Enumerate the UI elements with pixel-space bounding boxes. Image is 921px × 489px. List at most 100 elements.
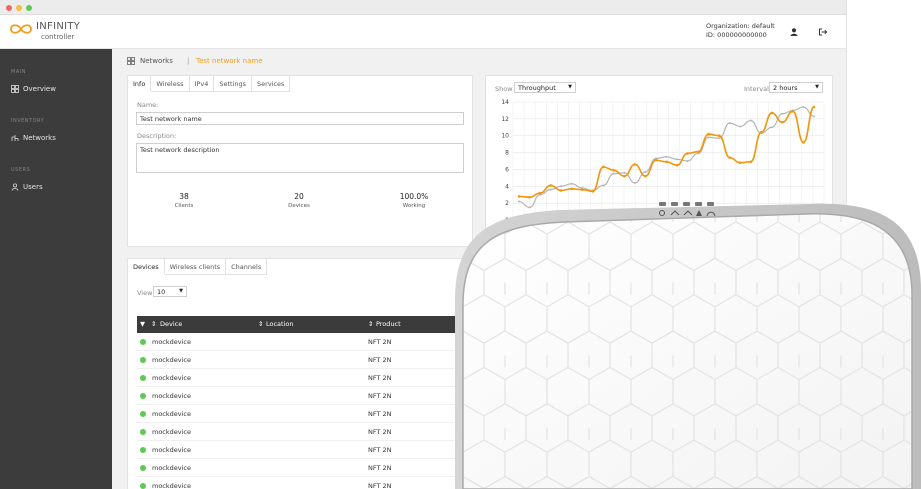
tab-ipv4[interactable]: IPv4 <box>190 76 215 92</box>
tab-settings[interactable]: Settings <box>214 76 253 92</box>
data-point <box>601 165 605 169</box>
legend-marker <box>494 234 500 240</box>
table-row[interactable]: mockdevice NFT 2N <box>137 351 467 369</box>
column-product[interactable]: Product <box>376 320 401 328</box>
series-line <box>518 106 815 199</box>
close-window-button[interactable] <box>6 5 12 11</box>
device-name[interactable]: mockdevice <box>152 374 191 382</box>
throughput-line-chart: 0 2 4 6 8 10 12 14 10:40 <box>494 99 825 240</box>
tab-wireless-clients[interactable]: Wireless clients <box>165 259 227 275</box>
tab-info[interactable]: Info <box>128 76 152 92</box>
table-row[interactable]: mockdevice NFT 2N <box>137 477 467 489</box>
device-name[interactable]: mockdevice <box>152 410 191 418</box>
organization-info: Organization: default ID: 000000000000 <box>706 22 775 40</box>
data-point <box>707 132 710 136</box>
data-point <box>781 112 784 115</box>
device-name[interactable]: mockdevice <box>152 338 191 346</box>
column-location[interactable]: Location <box>266 320 294 328</box>
logo[interactable]: INFINITY controller <box>8 20 108 46</box>
breadcrumb-networks-link[interactable]: Networks <box>140 57 173 65</box>
page-size-select[interactable]: 10 ▼ <box>153 286 187 297</box>
table-row[interactable]: mockdevice NFT 2N <box>137 387 467 405</box>
data-point <box>686 152 689 155</box>
table-row[interactable]: mockdevice NFT 2N <box>137 405 467 423</box>
grid-icon <box>11 85 19 93</box>
sort-icon: ⇕ <box>258 320 264 328</box>
data-point <box>644 170 647 173</box>
sidebar: MAIN Overview INVENTORY Networks USERS U… <box>0 49 112 489</box>
organization-id: ID: 000000000000 <box>706 31 767 39</box>
zoom-window-button[interactable] <box>26 5 32 11</box>
y-tick-label: 6 <box>505 166 509 173</box>
data-point <box>633 181 636 184</box>
device-name[interactable]: mockdevice <box>152 482 191 489</box>
logout-icon[interactable] <box>818 27 828 37</box>
data-point <box>802 141 805 144</box>
data-point <box>665 155 668 158</box>
data-point <box>791 109 795 113</box>
data-point <box>717 134 721 138</box>
device-name[interactable]: mockdevice <box>152 446 191 454</box>
stat-devices: 20 Devices <box>269 192 329 209</box>
data-point <box>812 105 816 109</box>
data-point <box>538 191 542 195</box>
device-name[interactable]: mockdevice <box>152 428 191 436</box>
device-product: NFT 2N <box>368 464 392 472</box>
grid-icon <box>127 57 135 65</box>
page-size-value: 10 <box>157 288 166 296</box>
status-online-icon <box>140 339 146 345</box>
tab-services[interactable]: Services <box>252 76 291 92</box>
data-point <box>580 188 584 191</box>
data-point <box>770 111 774 115</box>
device-name[interactable]: mockdevice <box>152 392 191 400</box>
title-bar <box>0 0 846 15</box>
data-point <box>549 184 552 187</box>
sidebar-item-label: Users <box>23 183 43 191</box>
status-online-icon <box>140 447 146 453</box>
network-name-input[interactable]: Test network name <box>136 112 464 125</box>
table-row[interactable]: mockdevice NFT 2N <box>137 369 467 387</box>
chevron-down-icon: ▼ <box>179 288 183 294</box>
stat-label: Devices <box>288 203 310 209</box>
device-name[interactable]: mockdevice <box>152 464 191 472</box>
tab-devices[interactable]: Devices <box>128 259 165 275</box>
sidebar-item-users[interactable]: Users <box>0 180 112 194</box>
y-tick-label: 10 <box>501 133 509 140</box>
tab-wireless[interactable]: Wireless <box>151 76 190 92</box>
data-point <box>549 188 552 191</box>
minimize-window-button[interactable] <box>16 5 22 11</box>
device-product: NFT 2N <box>368 374 392 382</box>
tab-channels[interactable]: Channels <box>226 259 268 275</box>
data-point <box>802 106 805 109</box>
y-tick-label: 0 <box>505 217 509 224</box>
status-online-icon <box>140 429 146 435</box>
status-online-icon <box>140 465 146 471</box>
y-tick-label: 8 <box>505 150 509 157</box>
user-profile-icon[interactable] <box>789 27 799 37</box>
device-name[interactable]: mockdevice <box>152 356 191 364</box>
data-point <box>770 126 773 129</box>
data-point <box>570 182 573 185</box>
data-point <box>633 163 637 166</box>
table-row[interactable]: mockdevice NFT 2N <box>137 333 467 351</box>
x-tick-label: 10:40 <box>504 224 521 231</box>
sidebar-item-overview[interactable]: Overview <box>0 82 112 96</box>
table-row[interactable]: mockdevice NFT 2N <box>137 459 467 477</box>
table-row[interactable]: mockdevice NFT 2N <box>137 441 467 459</box>
view-label: View <box>137 289 153 297</box>
data-point <box>612 168 616 172</box>
network-info-panel: Info Wireless IPv4 Settings Services Nam… <box>127 75 473 247</box>
app-window: INFINITY controller Organization: defaul… <box>0 0 847 489</box>
network-description-input[interactable]: Test network description <box>136 143 464 173</box>
data-point <box>559 189 563 192</box>
sidebar-item-label: Networks <box>23 134 56 142</box>
devices-panel: Devices Wireless clients Channels View 1… <box>127 258 473 489</box>
table-row[interactable]: mockdevice NFT 2N <box>137 423 467 441</box>
stat-value: 100.0% <box>399 192 429 201</box>
throughput-chart-panel: Show Throughput ▼ Interval 2 hours ▼ 024… <box>485 75 833 247</box>
column-device[interactable]: Device <box>160 320 182 328</box>
status-sort-icon[interactable]: ▼ <box>140 320 145 328</box>
data-point <box>728 156 732 159</box>
sidebar-item-networks[interactable]: Networks <box>0 131 112 145</box>
device-product: NFT 2N <box>368 446 392 454</box>
